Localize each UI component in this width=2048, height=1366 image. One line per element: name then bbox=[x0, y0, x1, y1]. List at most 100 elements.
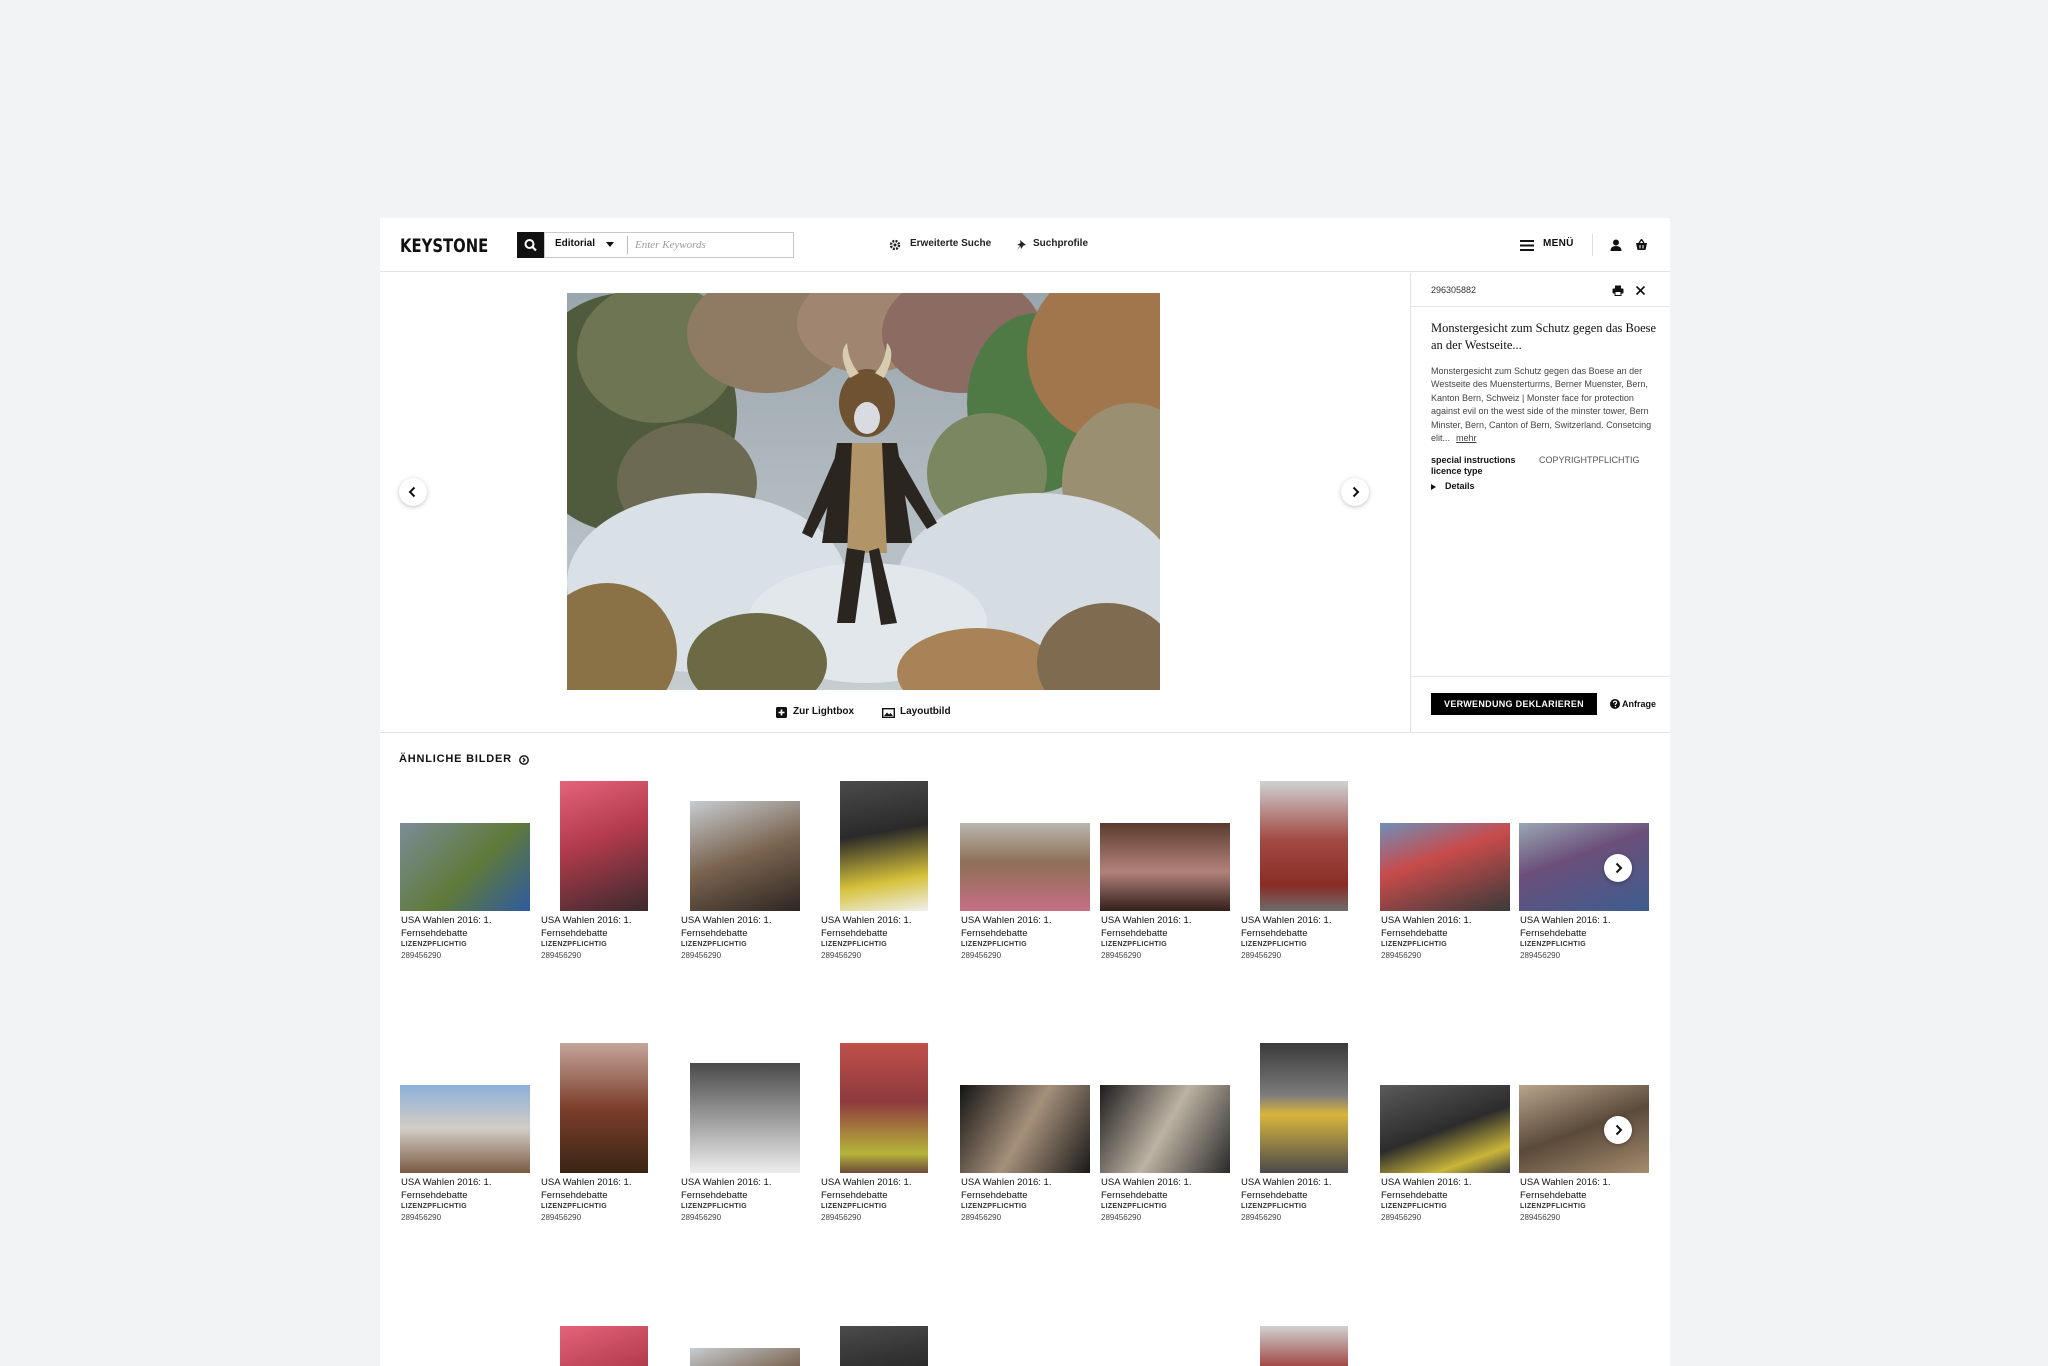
similar-card[interactable]: USA Wahlen 2016: 1. Fernsehdebatte LIZEN… bbox=[1240, 1043, 1373, 1245]
similar-card[interactable]: USA Wahlen 2016: 1. Fernsehdebatte LIZEN… bbox=[540, 781, 673, 983]
top-bar: KEYSTONE Editorial Erweiterte Suche Such… bbox=[380, 218, 1670, 272]
card-license: LIZENZPFLICHTIG bbox=[1520, 941, 1586, 948]
chevron-right-icon bbox=[1615, 1124, 1623, 1136]
user-icon[interactable] bbox=[1610, 239, 1622, 251]
similar-card[interactable]: USA Wahlen 2016: 1. Fernsehdebatte LIZEN… bbox=[960, 783, 1092, 983]
thumbnail[interactable] bbox=[960, 1085, 1090, 1173]
similar-card[interactable]: USA Wahlen 2016: 1. Fernsehdebatte LIZEN… bbox=[680, 1045, 812, 1245]
similar-card[interactable]: USA Wahlen 2016: 1. Fernsehdebatte LIZEN… bbox=[1519, 1045, 1651, 1245]
help-circle-icon[interactable] bbox=[1610, 699, 1620, 709]
card-title[interactable]: USA Wahlen 2016: 1. Fernsehdebatte bbox=[1520, 1176, 1652, 1202]
similar-card[interactable]: USA Wahlen 2016: 1. Fernsehdebatte LIZEN… bbox=[1380, 1045, 1512, 1245]
card-title[interactable]: USA Wahlen 2016: 1. Fernsehdebatte bbox=[1520, 914, 1652, 940]
menu-button[interactable]: MENÜ bbox=[1543, 238, 1574, 249]
thumbnail[interactable] bbox=[840, 1326, 928, 1366]
section-divider bbox=[380, 732, 1670, 733]
thumbnail[interactable] bbox=[1260, 781, 1348, 911]
search-scope-select[interactable]: Editorial bbox=[555, 238, 595, 249]
caret-right-icon[interactable] bbox=[1431, 484, 1436, 490]
thumbnail[interactable] bbox=[1100, 1085, 1230, 1173]
image-icon[interactable] bbox=[882, 708, 895, 718]
card-title[interactable]: USA Wahlen 2016: 1. Fernsehdebatte bbox=[681, 1176, 813, 1202]
thumbnail[interactable] bbox=[400, 1085, 530, 1173]
card-title[interactable]: USA Wahlen 2016: 1. Fernsehdebatte bbox=[541, 914, 673, 940]
similar-card[interactable]: USA Wahlen 2016: 1. Fernsehdebatte LIZEN… bbox=[400, 1045, 532, 1245]
thumbnail[interactable] bbox=[1100, 823, 1230, 911]
close-icon[interactable] bbox=[1635, 285, 1646, 296]
card-license: LIZENZPFLICHTIG bbox=[1241, 941, 1307, 948]
details-toggle[interactable]: Details bbox=[1445, 481, 1475, 491]
similar-card[interactable]: USA Wahlen 2016: 1. Fernsehdebatte LIZEN… bbox=[1519, 783, 1651, 983]
similar-row-1-next-button[interactable] bbox=[1604, 854, 1632, 882]
thumbnail[interactable] bbox=[960, 823, 1090, 911]
card-title[interactable]: USA Wahlen 2016: 1. Fernsehdebatte bbox=[961, 1176, 1093, 1202]
panel-divider bbox=[1411, 306, 1670, 307]
card-title[interactable]: USA Wahlen 2016: 1. Fernsehdebatte bbox=[821, 1176, 953, 1202]
image-info-panel: 296305882 Monstergesicht zum Schutz gege… bbox=[1410, 273, 1670, 732]
thumbnail[interactable] bbox=[1380, 1085, 1510, 1173]
add-to-lightbox-button[interactable]: Zur Lightbox bbox=[793, 706, 854, 717]
card-title[interactable]: USA Wahlen 2016: 1. Fernsehdebatte bbox=[1101, 1176, 1233, 1202]
similar-card[interactable]: USA Wahlen 2016: 1. Fernsehdebatte LIZEN… bbox=[820, 781, 953, 983]
thumbnail[interactable] bbox=[400, 823, 530, 911]
card-title[interactable]: USA Wahlen 2016: 1. Fernsehdebatte bbox=[1241, 1176, 1373, 1202]
previous-image-button[interactable] bbox=[399, 478, 427, 506]
thumbnail[interactable] bbox=[1260, 1043, 1348, 1173]
advanced-search-link[interactable]: Erweiterte Suche bbox=[910, 238, 991, 249]
thumbnail[interactable] bbox=[560, 781, 648, 911]
search-divider bbox=[627, 236, 628, 254]
thumbnail[interactable] bbox=[1260, 1326, 1348, 1366]
card-title[interactable]: USA Wahlen 2016: 1. Fernsehdebatte bbox=[1381, 1176, 1513, 1202]
card-title[interactable]: USA Wahlen 2016: 1. Fernsehdebatte bbox=[961, 914, 1093, 940]
thumbnail[interactable] bbox=[560, 1326, 648, 1366]
arrow-circle-icon[interactable] bbox=[519, 755, 529, 765]
thumbnail[interactable] bbox=[560, 1043, 648, 1173]
search-profiles-link[interactable]: Suchprofile bbox=[1033, 238, 1088, 249]
thumbnail[interactable] bbox=[690, 801, 800, 911]
print-icon[interactable] bbox=[1612, 285, 1624, 296]
plus-square-icon[interactable] bbox=[776, 707, 787, 718]
card-title[interactable]: USA Wahlen 2016: 1. Fernsehdebatte bbox=[1241, 914, 1373, 940]
thumbnail[interactable] bbox=[690, 1063, 800, 1173]
gear-icon[interactable] bbox=[889, 239, 901, 251]
licence-type-label: licence type bbox=[1431, 466, 1483, 476]
similar-card[interactable]: USA Wahlen 2016: 1. Fernsehdebatte LIZEN… bbox=[820, 1043, 953, 1245]
similar-card[interactable]: USA Wahlen 2016: 1. Fernsehdebatte LIZEN… bbox=[1240, 781, 1373, 983]
similar-card[interactable]: USA Wahlen 2016: 1. Fernsehdebatte LIZEN… bbox=[400, 783, 532, 983]
search-button[interactable] bbox=[517, 232, 544, 258]
layout-image-button[interactable]: Layoutbild bbox=[900, 706, 951, 717]
similar-row-2-next-button[interactable] bbox=[1604, 1116, 1632, 1144]
similar-card[interactable]: USA Wahlen 2016: 1. Fernsehdebatte LIZEN… bbox=[680, 783, 812, 983]
next-image-button[interactable] bbox=[1341, 478, 1369, 506]
declare-usage-button[interactable]: VERWENDUNG DEKLARIEREN bbox=[1431, 693, 1597, 715]
thumbnail[interactable] bbox=[840, 1043, 928, 1173]
main-photo[interactable] bbox=[567, 293, 1160, 690]
request-button[interactable]: Anfrage bbox=[1622, 699, 1656, 709]
chevron-down-icon[interactable] bbox=[606, 242, 614, 247]
similar-card[interactable]: USA Wahlen 2016: 1. Fernsehdebatte LIZEN… bbox=[960, 1045, 1092, 1245]
similar-card[interactable]: USA Wahlen 2016: 1. Fernsehdebatte LIZEN… bbox=[1100, 783, 1232, 983]
thumbnail[interactable] bbox=[1380, 823, 1510, 911]
card-title[interactable]: USA Wahlen 2016: 1. Fernsehdebatte bbox=[1101, 914, 1233, 940]
similar-card[interactable]: USA Wahlen 2016: 1. Fernsehdebatte LIZEN… bbox=[1380, 783, 1512, 983]
more-link[interactable]: mehr bbox=[1456, 433, 1477, 443]
similar-row-1: USA Wahlen 2016: 1. Fernsehdebatte LIZEN… bbox=[380, 781, 1670, 983]
card-title[interactable]: USA Wahlen 2016: 1. Fernsehdebatte bbox=[821, 914, 953, 940]
pin-icon[interactable] bbox=[1016, 239, 1027, 251]
card-title[interactable]: USA Wahlen 2016: 1. Fernsehdebatte bbox=[681, 914, 813, 940]
card-title[interactable]: USA Wahlen 2016: 1. Fernsehdebatte bbox=[401, 1176, 533, 1202]
similar-card[interactable]: USA Wahlen 2016: 1. Fernsehdebatte LIZEN… bbox=[1100, 1045, 1232, 1245]
hamburger-icon[interactable] bbox=[1520, 240, 1534, 251]
keystone-logo[interactable]: KEYSTONE bbox=[400, 235, 488, 257]
card-title[interactable]: USA Wahlen 2016: 1. Fernsehdebatte bbox=[401, 914, 533, 940]
thumbnail[interactable] bbox=[690, 1348, 800, 1366]
similar-images-title: ÄHNLICHE BILDER bbox=[399, 753, 512, 765]
card-id: 289456290 bbox=[821, 951, 862, 960]
thumbnail[interactable] bbox=[840, 781, 928, 911]
card-title[interactable]: USA Wahlen 2016: 1. Fernsehdebatte bbox=[541, 1176, 673, 1202]
description-text: Monstergesicht zum Schutz gegen das Boes… bbox=[1431, 366, 1652, 444]
similar-card[interactable]: USA Wahlen 2016: 1. Fernsehdebatte LIZEN… bbox=[540, 1043, 673, 1245]
basket-icon[interactable] bbox=[1635, 239, 1648, 251]
keyword-input[interactable] bbox=[635, 234, 785, 256]
card-title[interactable]: USA Wahlen 2016: 1. Fernsehdebatte bbox=[1381, 914, 1513, 940]
